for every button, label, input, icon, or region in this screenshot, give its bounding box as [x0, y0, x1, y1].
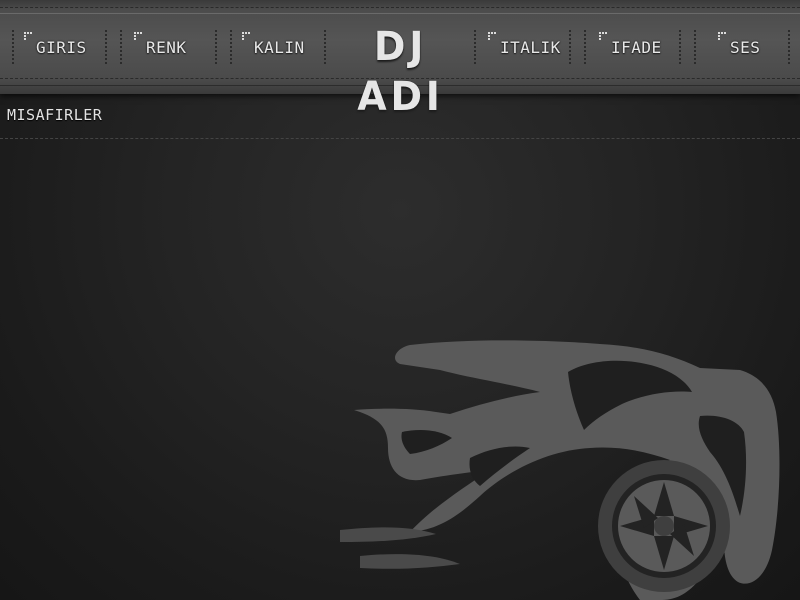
nav-separator [120, 30, 122, 64]
site-logo[interactable]: DJ ADI [336, 22, 464, 120]
nav-separator [215, 30, 217, 64]
dot-matrix-icon [488, 31, 498, 42]
nav-separator [230, 30, 232, 64]
nav-label: RENK [146, 37, 187, 57]
nav-link-ses[interactable]: SES [718, 31, 761, 57]
nav-label: KALIN [254, 37, 305, 57]
nav-separator [569, 30, 571, 64]
nav-separator [12, 30, 14, 64]
nav-link-giris[interactable]: GIRIS [24, 31, 87, 57]
dot-matrix-icon [718, 31, 728, 42]
dot-matrix-icon [242, 31, 252, 42]
nav-link-ifade[interactable]: IFADE [599, 31, 662, 57]
car-wheel [598, 460, 730, 592]
dot-matrix-icon [24, 31, 34, 42]
dot-matrix-icon [599, 31, 609, 42]
page: GIRIS RENK KALIN DJ ADI ITALIK IFADE SES… [0, 0, 800, 600]
navbar-top-stitch [0, 7, 800, 8]
nav-label: IFADE [611, 37, 662, 57]
nav-label: ITALIK [500, 37, 561, 57]
nav-item-giris[interactable]: GIRIS [24, 14, 87, 80]
nav-separator [584, 30, 586, 64]
nav-separator [788, 30, 790, 64]
section-divider [0, 138, 800, 139]
nav-item-renk[interactable]: RENK [134, 14, 187, 80]
nav-link-italik[interactable]: ITALIK [488, 31, 561, 57]
nav-separator [105, 30, 107, 64]
nav-item-kalin[interactable]: KALIN [242, 14, 305, 80]
sports-car-illustration [340, 340, 780, 600]
nav-separator [474, 30, 476, 64]
car-speed-streak [360, 554, 460, 569]
section-title: MISAFIRLER [7, 106, 103, 124]
nav-label: GIRIS [36, 37, 87, 57]
nav-link-kalin[interactable]: KALIN [242, 31, 305, 57]
nav-item-italik[interactable]: ITALIK [488, 14, 561, 80]
navbar-top-edge [0, 13, 800, 14]
nav-item-ifade[interactable]: IFADE [599, 14, 662, 80]
nav-separator [679, 30, 681, 64]
nav-label: SES [730, 37, 761, 57]
nav-separator [694, 30, 696, 64]
top-navigation-bar: GIRIS RENK KALIN DJ ADI ITALIK IFADE SES [0, 0, 800, 120]
dot-matrix-icon [134, 31, 144, 42]
nav-separator [324, 30, 326, 64]
nav-item-ses[interactable]: SES [718, 14, 760, 80]
nav-link-renk[interactable]: RENK [134, 31, 187, 57]
